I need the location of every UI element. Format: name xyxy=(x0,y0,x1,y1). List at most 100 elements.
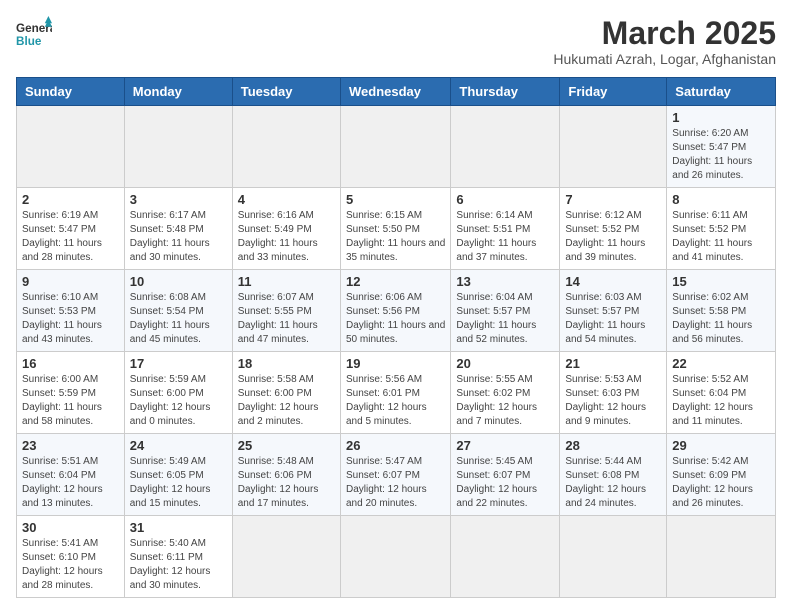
cell-date-number: 24 xyxy=(130,438,227,453)
calendar-cell: 7 Sunrise: 6:12 AM Sunset: 5:52 PM Daylig… xyxy=(560,188,667,270)
page-header: General Blue March 2025 Hukumati Azrah, … xyxy=(16,16,776,67)
calendar-cell xyxy=(232,106,340,188)
cell-sun-info: Sunrise: 5:53 AM Sunset: 6:03 PM Dayligh… xyxy=(565,373,661,429)
calendar-cell: 22 Sunrise: 5:52 AM Sunset: 6:04 PM Dayli… xyxy=(667,352,776,434)
calendar-cell: 21Sunrise: 5:53 AM Sunset: 6:03 PM Dayli… xyxy=(560,352,667,434)
calendar-cell xyxy=(124,106,232,188)
calendar-body: 1Sunrise: 6:20 AM Sunset: 5:47 PM Daylig… xyxy=(17,106,776,598)
calendar-cell xyxy=(17,106,125,188)
cell-date-number: 2 xyxy=(22,192,119,207)
calendar-cell xyxy=(560,106,667,188)
logo: General Blue xyxy=(16,16,52,52)
cell-sun-info: Sunrise: 6:19 AM Sunset: 5:47 PM Dayligh… xyxy=(22,209,119,265)
cell-date-number: 7 xyxy=(565,192,661,207)
cell-sun-info: Sunrise: 6:17 AM Sunset: 5:48 PM Dayligh… xyxy=(130,209,227,265)
calendar-cell: 20 Sunrise: 5:55 AM Sunset: 6:02 PM Dayli… xyxy=(451,352,560,434)
cell-sun-info: Sunrise: 5:51 AM Sunset: 6:04 PM Dayligh… xyxy=(22,455,119,511)
cell-date-number: 14 xyxy=(565,274,661,289)
cell-date-number: 11 xyxy=(238,274,335,289)
cell-sun-info: Sunrise: 5:49 AM Sunset: 6:05 PM Dayligh… xyxy=(130,455,227,511)
calendar-week-2: 2 Sunrise: 6:19 AM Sunset: 5:47 PM Daylig… xyxy=(17,188,776,270)
calendar-cell: 14 Sunrise: 6:03 AM Sunset: 5:57 PM Dayli… xyxy=(560,270,667,352)
calendar-cell: 11 Sunrise: 6:07 AM Sunset: 5:55 PM Dayli… xyxy=(232,270,340,352)
calendar-cell: 6 Sunrise: 6:14 AM Sunset: 5:51 PM Daylig… xyxy=(451,188,560,270)
calendar-cell xyxy=(232,516,340,598)
cell-date-number: 29 xyxy=(672,438,770,453)
cell-date-number: 8 xyxy=(672,192,770,207)
weekday-header-thursday: Thursday xyxy=(451,78,560,106)
cell-sun-info: Sunrise: 6:16 AM Sunset: 5:49 PM Dayligh… xyxy=(238,209,335,265)
cell-date-number: 16 xyxy=(22,356,119,371)
cell-sun-info: Sunrise: 5:40 AM Sunset: 6:11 PM Dayligh… xyxy=(130,537,227,593)
cell-sun-info: Sunrise: 5:41 AM Sunset: 6:10 PM Dayligh… xyxy=(22,537,119,593)
cell-sun-info: Sunrise: 5:44 AM Sunset: 6:08 PM Dayligh… xyxy=(565,455,661,511)
cell-sun-info: Sunrise: 6:14 AM Sunset: 5:51 PM Dayligh… xyxy=(456,209,554,265)
calendar-cell: 16Sunrise: 6:00 AM Sunset: 5:59 PM Dayli… xyxy=(17,352,125,434)
cell-date-number: 1 xyxy=(672,110,770,125)
cell-sun-info: Sunrise: 5:55 AM Sunset: 6:02 PM Dayligh… xyxy=(456,373,554,429)
calendar-cell: 3Sunrise: 6:17 AM Sunset: 5:48 PM Daylig… xyxy=(124,188,232,270)
cell-sun-info: Sunrise: 6:07 AM Sunset: 5:55 PM Dayligh… xyxy=(238,291,335,347)
cell-sun-info: Sunrise: 6:08 AM Sunset: 5:54 PM Dayligh… xyxy=(130,291,227,347)
cell-sun-info: Sunrise: 6:06 AM Sunset: 5:56 PM Dayligh… xyxy=(346,291,445,347)
cell-sun-info: Sunrise: 6:12 AM Sunset: 5:52 PM Dayligh… xyxy=(565,209,661,265)
calendar-cell: 19Sunrise: 5:56 AM Sunset: 6:01 PM Dayli… xyxy=(340,352,450,434)
calendar-cell: 17 Sunrise: 5:59 AM Sunset: 6:00 PM Dayli… xyxy=(124,352,232,434)
calendar-cell: 28Sunrise: 5:44 AM Sunset: 6:08 PM Dayli… xyxy=(560,434,667,516)
cell-sun-info: Sunrise: 6:11 AM Sunset: 5:52 PM Dayligh… xyxy=(672,209,770,265)
cell-sun-info: Sunrise: 5:58 AM Sunset: 6:00 PM Dayligh… xyxy=(238,373,335,429)
cell-sun-info: Sunrise: 5:52 AM Sunset: 6:04 PM Dayligh… xyxy=(672,373,770,429)
cell-date-number: 20 xyxy=(456,356,554,371)
cell-date-number: 4 xyxy=(238,192,335,207)
calendar-cell xyxy=(340,106,450,188)
cell-sun-info: Sunrise: 5:45 AM Sunset: 6:07 PM Dayligh… xyxy=(456,455,554,511)
calendar-header: SundayMondayTuesdayWednesdayThursdayFrid… xyxy=(17,78,776,106)
calendar-cell xyxy=(667,516,776,598)
cell-date-number: 22 xyxy=(672,356,770,371)
cell-date-number: 15 xyxy=(672,274,770,289)
cell-date-number: 17 xyxy=(130,356,227,371)
calendar-cell: 9Sunrise: 6:10 AM Sunset: 5:53 PM Daylig… xyxy=(17,270,125,352)
calendar-cell: 4 Sunrise: 6:16 AM Sunset: 5:49 PM Daylig… xyxy=(232,188,340,270)
calendar-cell xyxy=(451,106,560,188)
calendar-week-3: 9Sunrise: 6:10 AM Sunset: 5:53 PM Daylig… xyxy=(17,270,776,352)
calendar-cell: 2 Sunrise: 6:19 AM Sunset: 5:47 PM Daylig… xyxy=(17,188,125,270)
cell-sun-info: Sunrise: 6:15 AM Sunset: 5:50 PM Dayligh… xyxy=(346,209,445,265)
cell-date-number: 26 xyxy=(346,438,445,453)
cell-sun-info: Sunrise: 5:48 AM Sunset: 6:06 PM Dayligh… xyxy=(238,455,335,511)
cell-sun-info: Sunrise: 6:02 AM Sunset: 5:58 PM Dayligh… xyxy=(672,291,770,347)
calendar-cell: 27Sunrise: 5:45 AM Sunset: 6:07 PM Dayli… xyxy=(451,434,560,516)
calendar-cell: 10 Sunrise: 6:08 AM Sunset: 5:54 PM Dayli… xyxy=(124,270,232,352)
cell-date-number: 30 xyxy=(22,520,119,535)
calendar-cell: 5 Sunrise: 6:15 AM Sunset: 5:50 PM Daylig… xyxy=(340,188,450,270)
cell-sun-info: Sunrise: 5:42 AM Sunset: 6:09 PM Dayligh… xyxy=(672,455,770,511)
calendar-cell: 30 Sunrise: 5:41 AM Sunset: 6:10 PM Dayli… xyxy=(17,516,125,598)
cell-date-number: 18 xyxy=(238,356,335,371)
calendar-cell: 23 Sunrise: 5:51 AM Sunset: 6:04 PM Dayli… xyxy=(17,434,125,516)
calendar-cell: 1Sunrise: 6:20 AM Sunset: 5:47 PM Daylig… xyxy=(667,106,776,188)
weekday-header-saturday: Saturday xyxy=(667,78,776,106)
calendar-cell: 24 Sunrise: 5:49 AM Sunset: 6:05 PM Dayli… xyxy=(124,434,232,516)
calendar-cell: 12 Sunrise: 6:06 AM Sunset: 5:56 PM Dayli… xyxy=(340,270,450,352)
cell-date-number: 13 xyxy=(456,274,554,289)
calendar-cell: 29 Sunrise: 5:42 AM Sunset: 6:09 PM Dayli… xyxy=(667,434,776,516)
cell-date-number: 6 xyxy=(456,192,554,207)
cell-date-number: 10 xyxy=(130,274,227,289)
location-subtitle: Hukumati Azrah, Logar, Afghanistan xyxy=(553,51,776,67)
weekday-header-monday: Monday xyxy=(124,78,232,106)
title-block: March 2025 Hukumati Azrah, Logar, Afghan… xyxy=(553,16,776,67)
cell-date-number: 25 xyxy=(238,438,335,453)
cell-date-number: 12 xyxy=(346,274,445,289)
calendar-cell xyxy=(560,516,667,598)
calendar-cell: 26Sunrise: 5:47 AM Sunset: 6:07 PM Dayli… xyxy=(340,434,450,516)
cell-sun-info: Sunrise: 5:59 AM Sunset: 6:00 PM Dayligh… xyxy=(130,373,227,429)
weekday-header-tuesday: Tuesday xyxy=(232,78,340,106)
weekday-header-wednesday: Wednesday xyxy=(340,78,450,106)
cell-sun-info: Sunrise: 6:03 AM Sunset: 5:57 PM Dayligh… xyxy=(565,291,661,347)
calendar-week-5: 23 Sunrise: 5:51 AM Sunset: 6:04 PM Dayli… xyxy=(17,434,776,516)
calendar-cell: 15 Sunrise: 6:02 AM Sunset: 5:58 PM Dayli… xyxy=(667,270,776,352)
cell-date-number: 5 xyxy=(346,192,445,207)
cell-date-number: 23 xyxy=(22,438,119,453)
cell-sun-info: Sunrise: 5:56 AM Sunset: 6:01 PM Dayligh… xyxy=(346,373,445,429)
cell-sun-info: Sunrise: 6:10 AM Sunset: 5:53 PM Dayligh… xyxy=(22,291,119,347)
